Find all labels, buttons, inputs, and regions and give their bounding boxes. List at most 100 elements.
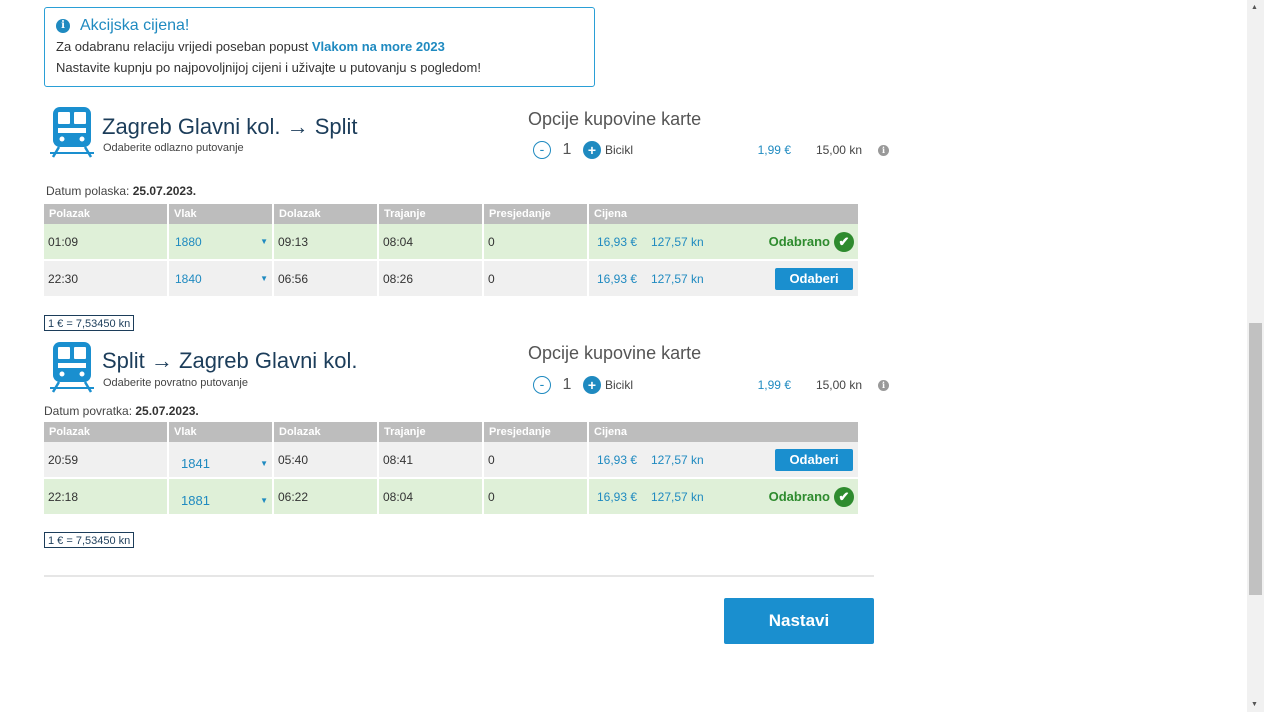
promo-title: i Akcijska cijena! — [56, 17, 189, 35]
price-eur: 16,93 € — [597, 271, 638, 286]
departure-time: 20:59 — [44, 442, 169, 479]
option-name: Bicikl — [605, 378, 634, 392]
option-price-kn: 15,00 kn — [815, 143, 862, 157]
caret-down-icon[interactable]: ▼ — [260, 496, 268, 505]
col-presjedanje: Presjedanje — [484, 422, 589, 442]
check-icon: ✔ — [834, 486, 854, 507]
duration: 08:04 — [379, 479, 484, 516]
price-kn: 127,57 kn — [651, 489, 704, 504]
outbound-timetable: Polazak Vlak Dolazak Trajanje Presjedanj… — [44, 204, 860, 298]
transfers: 0 — [484, 261, 589, 298]
increase-button[interactable]: + — [583, 141, 601, 159]
transfers: 0 — [484, 224, 589, 261]
caret-down-icon[interactable]: ▼ — [260, 274, 268, 283]
train-number[interactable]: 1881 — [175, 493, 210, 508]
option-name: Bicikl — [605, 143, 634, 157]
promo-title-text: Akcijska cijena! — [80, 17, 190, 34]
continue-button[interactable]: Nastavi — [724, 598, 874, 644]
promo-line1-text: Za odabranu relaciju vrijedi poseban pop… — [56, 39, 312, 54]
table-row[interactable]: 22:18 1881 ▼ 06:22 08:04 0 16,93 € 127,57… — [44, 479, 860, 516]
train-icon — [50, 107, 94, 158]
train-number[interactable]: 1841 — [175, 456, 210, 471]
decrease-button[interactable]: - — [533, 376, 551, 394]
return-timetable: Polazak Vlak Dolazak Trajanje Presjedanj… — [44, 422, 860, 516]
outbound-option-row: - 1 + Bicikl 1,99 € 15,00 kn i — [533, 141, 889, 159]
departure-date: Datum polaska: 25.07.2023. — [46, 184, 196, 198]
select-button[interactable]: Odaberi — [775, 448, 853, 471]
col-cijena: Cijena — [589, 422, 860, 442]
col-vlak: Vlak — [169, 422, 274, 442]
promo-banner: i Akcijska cijena! Za odabranu relaciju … — [44, 7, 595, 87]
scroll-up-icon[interactable]: ▲ — [1251, 4, 1258, 11]
date-label: Datum polaska: — [46, 184, 133, 198]
col-dolazak: Dolazak — [274, 422, 379, 442]
price-cell: 16,93 € 127,57 kn Odaberi — [589, 261, 860, 298]
scroll-down-icon[interactable]: ▼ — [1251, 701, 1258, 708]
col-polazak: Polazak — [44, 422, 169, 442]
departure-time: 01:09 — [44, 224, 169, 261]
caret-down-icon[interactable]: ▼ — [260, 237, 268, 246]
exchange-rate: 1 € = 7,53450 kn — [44, 532, 135, 548]
info-icon[interactable]: i — [878, 379, 889, 391]
outbound-route-title: Zagreb Glavni kol. → Split — [102, 114, 358, 139]
duration: 08:26 — [379, 261, 484, 298]
transfers: 0 — [484, 442, 589, 479]
price-cell: 16,93 € 127,57 kn Odabrano ✔ — [589, 479, 860, 516]
date-value: 25.07.2023. — [135, 404, 199, 418]
price-eur: 16,93 € — [597, 234, 638, 249]
price-eur: 16,93 € — [597, 489, 638, 504]
departure-time: 22:18 — [44, 479, 169, 516]
price-cell: 16,93 € 127,57 kn Odabrano ✔ — [589, 224, 860, 261]
divider — [44, 575, 874, 577]
option-price-eur: 1,99 € — [757, 378, 791, 392]
arrival-time: 06:22 — [274, 479, 379, 516]
train-cell[interactable]: 1880 ▼ — [169, 224, 274, 261]
col-trajanje: Trajanje — [379, 204, 484, 224]
info-icon[interactable]: i — [878, 144, 889, 156]
return-route-subtitle: Odaberite povratno putovanje — [103, 377, 248, 389]
selected-status: Odabrano ✔ — [769, 231, 854, 252]
table-row[interactable]: 01:09 1880 ▼ 09:13 08:04 0 16,93 € 127,57… — [44, 224, 860, 261]
return-date: Datum povratka: 25.07.2023. — [44, 404, 199, 418]
promo-line2: Nastavite kupnju po najpovoljnijoj cijen… — [56, 60, 481, 75]
duration: 08:41 — [379, 442, 484, 479]
arrival-time: 06:56 — [274, 261, 379, 298]
train-cell[interactable]: 1840 ▼ — [169, 261, 274, 298]
price-cell: 16,93 € 127,57 kn Odaberi — [589, 442, 860, 479]
train-number[interactable]: 1840 — [175, 272, 202, 286]
col-vlak: Vlak — [169, 204, 274, 224]
decrease-button[interactable]: - — [533, 141, 551, 159]
price-kn: 127,57 kn — [651, 271, 704, 286]
train-cell[interactable]: 1841 ▼ — [169, 442, 274, 479]
arrival-time: 05:40 — [274, 442, 379, 479]
arrival-time: 09:13 — [274, 224, 379, 261]
info-icon: i — [56, 19, 70, 33]
exchange-rate: 1 € = 7,53450 kn — [44, 315, 135, 331]
price-kn: 127,57 kn — [651, 452, 704, 467]
scrollbar-thumb[interactable] — [1249, 323, 1262, 595]
check-icon: ✔ — [834, 231, 854, 252]
table-row[interactable]: 22:30 1840 ▼ 06:56 08:26 0 16,93 € 127,57… — [44, 261, 860, 298]
option-price-eur: 1,99 € — [757, 143, 791, 157]
selected-status: Odabrano ✔ — [768, 486, 854, 507]
departure-time: 22:30 — [44, 261, 169, 298]
return-option-row: - 1 + Bicikl 1,99 € 15,00 kn i — [533, 376, 889, 394]
train-cell[interactable]: 1881 ▼ — [169, 479, 274, 516]
col-dolazak: Dolazak — [274, 204, 379, 224]
increase-button[interactable]: + — [583, 376, 601, 394]
promo-highlight: Vlakom na more 2023 — [311, 39, 445, 54]
train-number[interactable]: 1880 — [175, 235, 202, 249]
outbound-options-title: Opcije kupovine karte — [528, 109, 702, 129]
selected-label: Odabrano — [768, 489, 830, 504]
select-button[interactable]: Odaberi — [775, 267, 853, 290]
price-eur: 16,93 € — [597, 452, 638, 467]
return-route-title: Split → Zagreb Glavni kol. — [102, 348, 358, 373]
scrollbar[interactable]: ▲ ▼ — [1247, 0, 1264, 712]
col-cijena: Cijena — [589, 204, 860, 224]
table-row[interactable]: 20:59 1841 ▼ 05:40 08:41 0 16,93 € 127,57… — [44, 442, 860, 479]
caret-down-icon[interactable]: ▼ — [260, 459, 268, 468]
promo-line1: Za odabranu relaciju vrijedi poseban pop… — [56, 39, 445, 54]
table-header: Polazak Vlak Dolazak Trajanje Presjedanj… — [44, 204, 860, 224]
train-icon — [50, 342, 94, 393]
outbound-route-subtitle: Odaberite odlazno putovanje — [103, 142, 244, 154]
